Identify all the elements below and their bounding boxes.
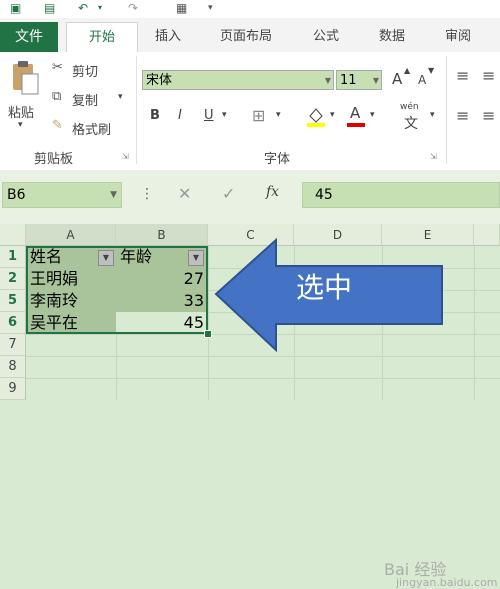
row-header[interactable]: 2 bbox=[0, 268, 26, 290]
font-name-value: 宋体 bbox=[146, 73, 173, 88]
font-color-button[interactable]: A bbox=[346, 104, 366, 128]
group-divider bbox=[136, 56, 137, 164]
font-name-combo[interactable]: 宋体 ▼ bbox=[142, 70, 334, 90]
ribbon-home: 粘贴 ▾ ✂ 剪切 ⧉ 复制 ▾ ✎ 格式刷 剪贴板 ⇲ 宋体 ▼ 11 ▼ A… bbox=[0, 52, 500, 171]
font-color-swatch bbox=[347, 123, 365, 127]
quick-print-icon[interactable]: ▦ bbox=[176, 1, 187, 15]
redo-icon[interactable]: ↷ bbox=[128, 1, 138, 15]
shrink-font-button[interactable]: A bbox=[418, 73, 426, 87]
cell-b5[interactable]: 33 bbox=[116, 290, 204, 312]
paste-dropdown-icon[interactable]: ▾ bbox=[18, 120, 23, 130]
tab-review[interactable]: 审阅 bbox=[438, 22, 478, 52]
copy-button[interactable]: 复制 bbox=[72, 90, 98, 109]
row-header[interactable]: 8 bbox=[0, 356, 26, 378]
cancel-entry-icon[interactable]: ✕ bbox=[178, 184, 191, 203]
confirm-entry-icon[interactable]: ✓ bbox=[222, 184, 235, 203]
filter-active-icon[interactable]: ▼ bbox=[188, 250, 204, 266]
tab-file[interactable]: 文件 bbox=[0, 22, 58, 52]
row-header[interactable]: 9 bbox=[0, 378, 26, 400]
cut-icon[interactable]: ✂ bbox=[52, 60, 63, 75]
row-header[interactable]: 6 bbox=[0, 312, 26, 334]
cell-a5[interactable]: 李南玲 bbox=[30, 290, 78, 312]
tab-page-layout[interactable]: 页面布局 bbox=[210, 22, 282, 52]
align-top-icon[interactable]: ≡ bbox=[456, 66, 469, 85]
phonetic-guide-char: 文 bbox=[404, 116, 418, 132]
cell-a1[interactable]: 姓名 bbox=[30, 246, 62, 268]
font-size-combo[interactable]: 11 ▼ bbox=[336, 70, 382, 90]
column-header-a[interactable]: A bbox=[26, 224, 116, 246]
grow-font-icon: ▲ bbox=[404, 66, 411, 75]
customize-qat-icon[interactable]: ▾ bbox=[208, 1, 213, 15]
shrink-font-icon: ▼ bbox=[428, 66, 435, 75]
font-color-dropdown-icon[interactable]: ▾ bbox=[370, 110, 375, 120]
filter-dropdown-icon[interactable]: ▼ bbox=[98, 250, 114, 266]
cut-button[interactable]: 剪切 bbox=[72, 61, 98, 80]
tab-data[interactable]: 数据 bbox=[372, 22, 412, 52]
callout-text: 选中 bbox=[296, 271, 353, 304]
align-middle-icon[interactable]: ≡ bbox=[482, 66, 495, 85]
font-size-value: 11 bbox=[340, 73, 357, 88]
row-header[interactable]: 7 bbox=[0, 334, 26, 356]
undo-icon[interactable]: ↶ bbox=[78, 1, 88, 15]
ribbon-tab-bar: 文件 开始 插入 页面布局 公式 数据 审阅 bbox=[0, 18, 500, 53]
clipboard-group-label: 剪贴板 bbox=[34, 152, 74, 167]
chevron-down-icon: ▼ bbox=[324, 76, 331, 85]
cell-b1[interactable]: 年龄 bbox=[120, 246, 152, 268]
align-left-icon[interactable]: ≡ bbox=[456, 106, 469, 125]
cell-b6[interactable]: 45 bbox=[116, 312, 204, 334]
underline-dropdown-icon[interactable]: ▾ bbox=[222, 110, 227, 120]
align-center-icon[interactable]: ≡ bbox=[482, 106, 495, 125]
quick-access-toolbar: ▣ ▤ ↶ ▾ ↷ ▦ ▾ bbox=[0, 0, 500, 18]
fill-color-icon[interactable] bbox=[306, 106, 326, 128]
italic-button[interactable]: I bbox=[178, 108, 182, 123]
cell-b2[interactable]: 27 bbox=[116, 268, 204, 290]
font-color-letter: A bbox=[350, 104, 361, 122]
chevron-down-icon: ▼ bbox=[372, 76, 379, 85]
column-header-f[interactable] bbox=[474, 224, 500, 246]
tab-formulas[interactable]: 公式 bbox=[306, 22, 346, 52]
row-header[interactable]: 5 bbox=[0, 290, 26, 312]
paste-icon[interactable] bbox=[8, 60, 40, 96]
border-dropdown-icon[interactable]: ▾ bbox=[276, 110, 281, 120]
phonetic-guide-pinyin: wén bbox=[400, 102, 419, 112]
watermark-url: jingyan.baidu.com bbox=[396, 576, 498, 589]
phonetic-dropdown-icon[interactable]: ▾ bbox=[430, 110, 435, 120]
copy-dropdown-icon[interactable]: ▾ bbox=[118, 92, 123, 102]
clipboard-launcher-icon[interactable]: ⇲ bbox=[122, 152, 129, 161]
insert-function-button[interactable]: fx bbox=[266, 184, 279, 200]
worksheet-grid[interactable]: A B C D E 1 2 5 6 7 8 9 姓名 ▼ 年龄 ▼ 王明娟 27… bbox=[0, 224, 500, 589]
select-all-corner[interactable] bbox=[0, 224, 26, 246]
tab-insert[interactable]: 插入 bbox=[144, 22, 192, 52]
border-icon[interactable]: ⊞ bbox=[252, 106, 265, 125]
fill-color-dropdown-icon[interactable]: ▾ bbox=[330, 110, 335, 120]
format-painter-icon[interactable]: ✎ bbox=[52, 118, 63, 133]
row-header[interactable]: 1 bbox=[0, 246, 26, 268]
bold-button[interactable]: B bbox=[150, 108, 160, 123]
group-divider bbox=[446, 56, 447, 164]
formula-bar: B6 ▼ ⋮ ✕ ✓ fx 45 bbox=[0, 170, 500, 224]
more-options-icon[interactable]: ⋮ bbox=[140, 186, 154, 202]
copy-icon[interactable]: ⧉ bbox=[52, 89, 61, 104]
grow-font-button[interactable]: A bbox=[392, 70, 402, 88]
name-box[interactable]: B6 ▼ bbox=[2, 182, 122, 208]
phonetic-guide-button[interactable]: wén 文 bbox=[398, 102, 428, 132]
cell-a2[interactable]: 王明娟 bbox=[30, 268, 78, 290]
paste-button[interactable]: 粘贴 bbox=[8, 102, 34, 121]
formula-input[interactable]: 45 bbox=[302, 182, 500, 208]
chevron-down-icon: ▼ bbox=[110, 190, 117, 200]
underline-button[interactable]: U bbox=[204, 108, 214, 123]
font-launcher-icon[interactable]: ⇲ bbox=[430, 152, 437, 161]
font-group-label: 字体 bbox=[264, 152, 291, 167]
tab-home[interactable]: 开始 bbox=[66, 22, 138, 53]
excel-logo-icon: ▣ bbox=[10, 1, 22, 15]
save-icon[interactable]: ▤ bbox=[44, 1, 55, 15]
undo-dropdown-icon[interactable]: ▾ bbox=[98, 1, 102, 15]
name-box-value: B6 bbox=[7, 187, 26, 203]
format-painter-button[interactable]: 格式刷 bbox=[72, 119, 111, 138]
cell-a6[interactable]: 吴平在 bbox=[30, 312, 78, 334]
column-header-b[interactable]: B bbox=[116, 224, 208, 246]
